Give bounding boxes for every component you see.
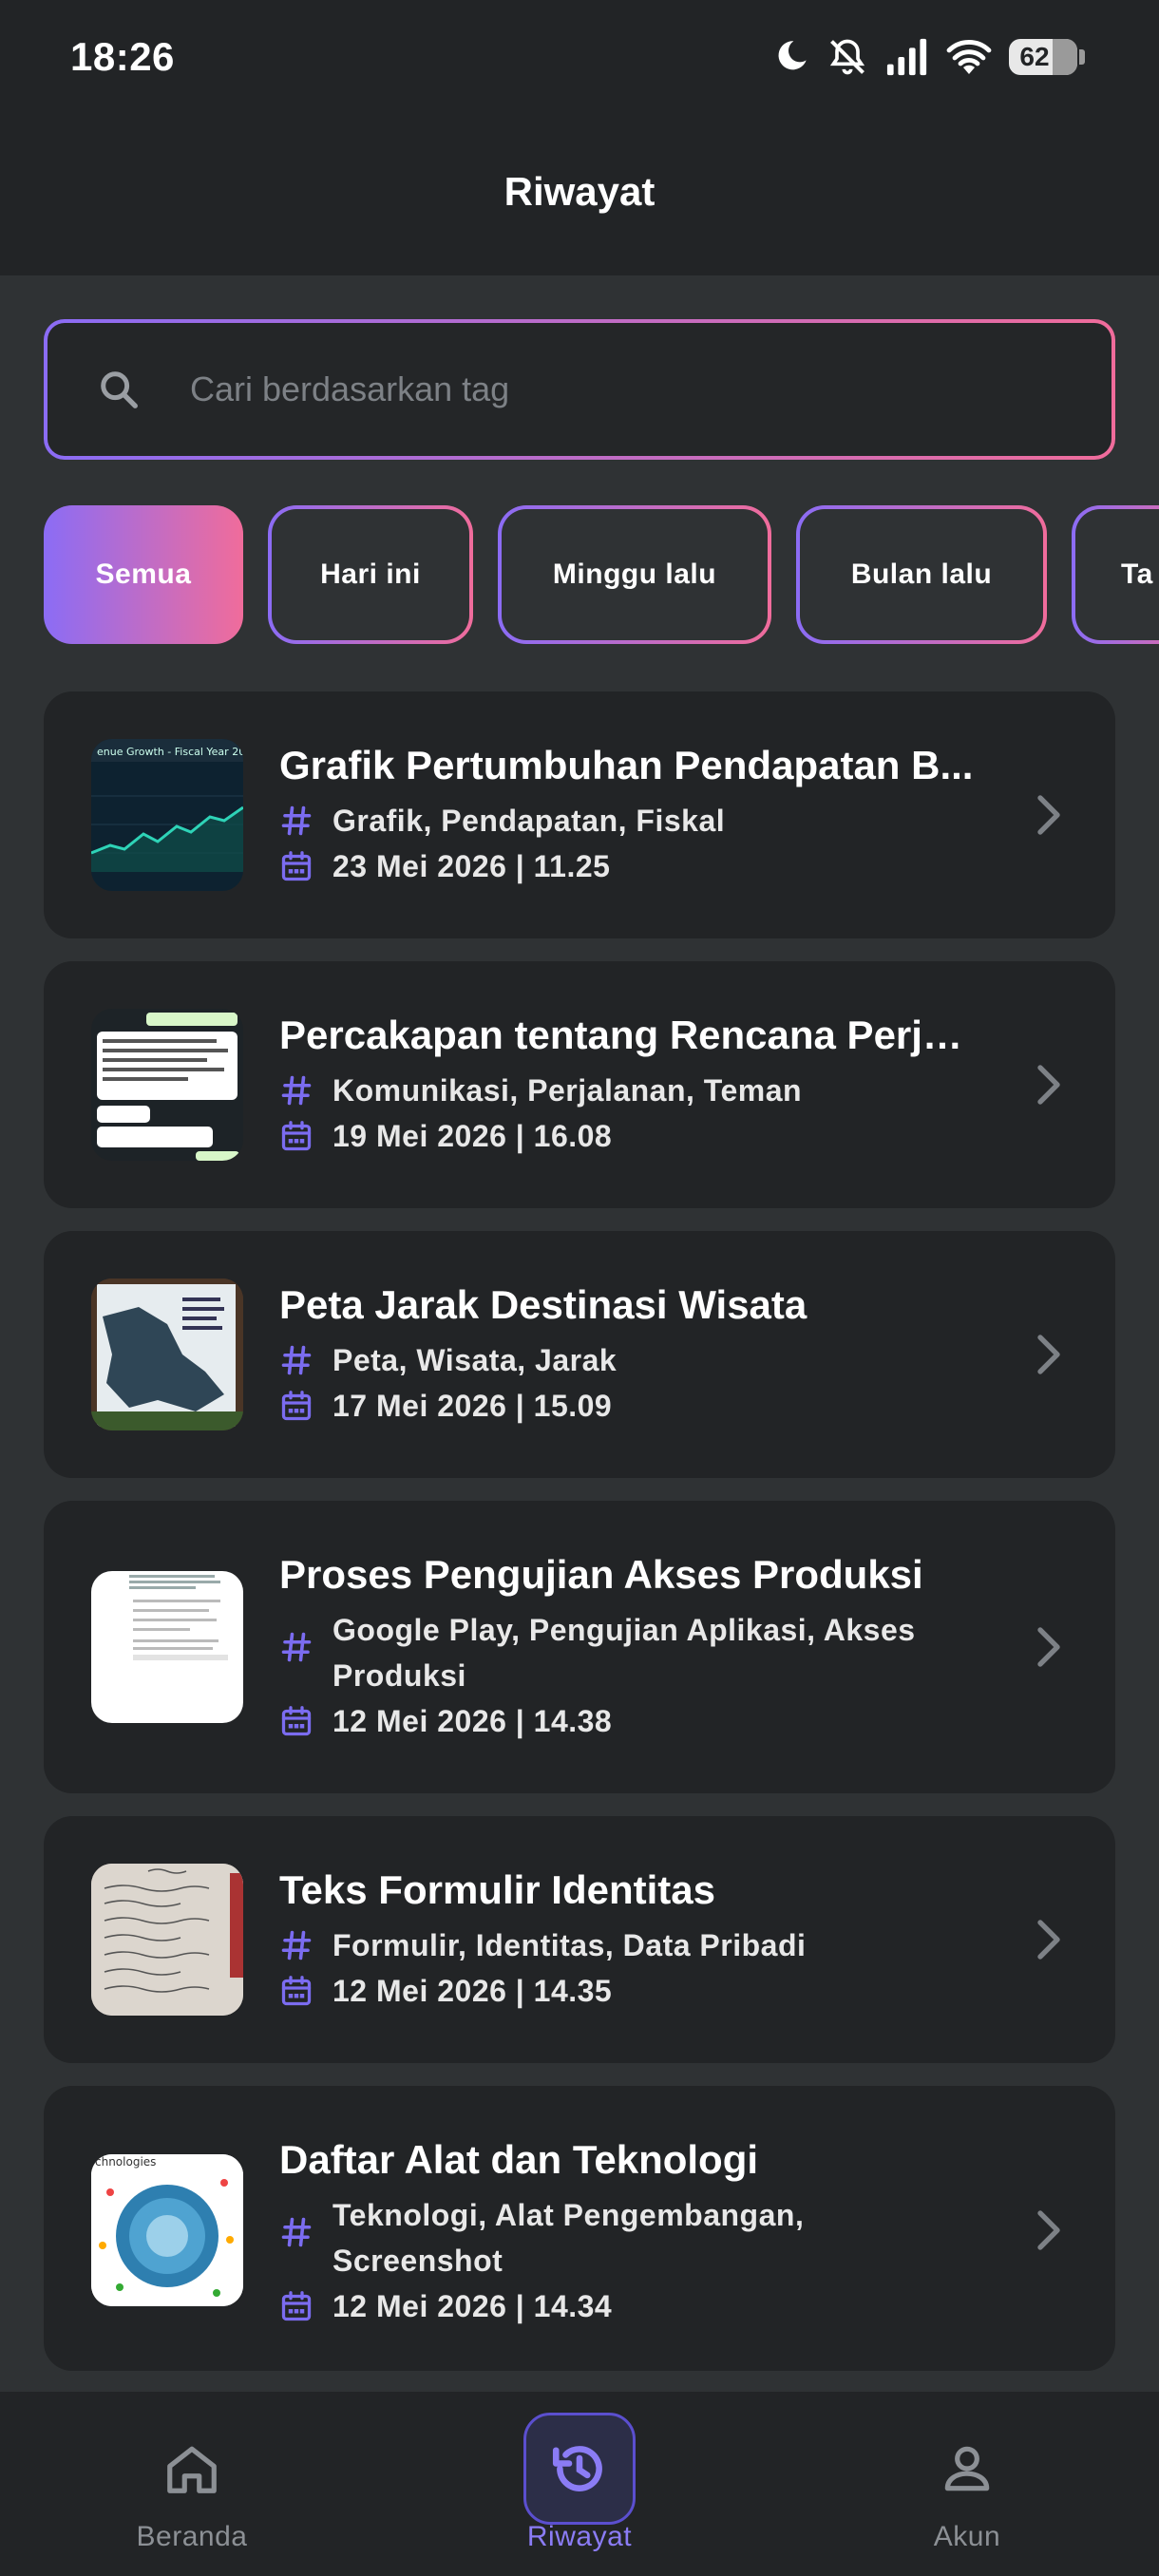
battery-indicator: 62: [1009, 39, 1077, 75]
chevron-right-icon: [1037, 1627, 1060, 1667]
chevron-right-icon: [1037, 1920, 1060, 1960]
item-date: 23 Mei 2026 | 11.25: [332, 849, 611, 883]
hashtag-icon: [281, 1075, 312, 1106]
home-icon: [136, 2413, 248, 2525]
moon-icon: [778, 41, 807, 70]
filter-chip-more[interactable]: Ta: [1072, 505, 1159, 644]
nav-label: Riwayat: [526, 2521, 633, 2552]
nav-label: Beranda: [136, 2521, 248, 2552]
calendar-icon: [281, 1706, 312, 1736]
calendar-icon: [281, 1976, 312, 2006]
item-title: Proses Pengujian Akses Produksi: [279, 1552, 923, 1597]
app-header: 18:26 62 Riwayat: [0, 0, 1159, 275]
signal-icon: [886, 38, 927, 76]
filter-chips: Semua Hari ini Minggu lalu Bulan lalu Ta: [44, 505, 1159, 644]
history-icon: [523, 2413, 636, 2525]
search-icon: [101, 371, 138, 408]
item-title: Teks Formulir Identitas: [279, 1867, 715, 1912]
bottom-navigation: Beranda Riwayat Akun: [0, 2392, 1159, 2576]
hashtag-icon: [281, 805, 312, 836]
filter-chip-semua[interactable]: Semua: [44, 505, 243, 644]
svg-text:chnologies: chnologies: [95, 2155, 156, 2169]
item-date: 12 Mei 2026 | 14.35: [332, 1974, 613, 2008]
item-date: 19 Mei 2026 | 16.08: [332, 1119, 613, 1153]
tech-thumbnail: chnologies: [91, 2154, 243, 2306]
page-title: Riwayat: [504, 169, 656, 214]
nav-beranda[interactable]: Beranda: [49, 2392, 334, 2576]
item-tags: Google Play, Pengujian Aplikasi, Akses P…: [332, 1613, 916, 1693]
history-item[interactable]: enue Growth - Fiscal Year 2024 Grafik Pe…: [44, 691, 1115, 938]
calendar-icon: [281, 1121, 312, 1151]
item-date: 12 Mei 2026 | 14.34: [332, 2289, 613, 2323]
hashtag-icon: [281, 1930, 312, 1960]
filter-chip-bulan-lalu[interactable]: Bulan lalu: [796, 505, 1047, 644]
item-tags: Teknologi, Alat Pengembangan, Screenshot: [332, 2198, 805, 2278]
svg-text:enue Growth - Fiscal Year 2024: enue Growth - Fiscal Year 2024: [97, 746, 243, 758]
nav-label: Akun: [933, 2521, 1001, 2552]
filter-chip-label: Minggu lalu: [502, 509, 768, 640]
account-icon: [911, 2413, 1023, 2525]
history-item[interactable]: chnologies Daftar Alat dan Teknologi Tek…: [44, 2086, 1115, 2371]
calendar-icon: [281, 851, 312, 881]
document-thumbnail: [91, 1571, 243, 1723]
battery-tip: [1079, 49, 1085, 65]
filter-chip-minggu-lalu[interactable]: Minggu lalu: [498, 505, 771, 644]
filter-chip-hari-ini[interactable]: Hari ini: [268, 505, 473, 644]
history-item[interactable]: Proses Pengujian Akses Produksi Google P…: [44, 1501, 1115, 1793]
hashtag-icon: [281, 1632, 312, 1662]
search-bar[interactable]: Cari berdasarkan tag: [44, 319, 1115, 460]
status-time: 18:26: [70, 34, 175, 79]
filter-chip-label: Ta: [1075, 509, 1159, 640]
handwriting-thumbnail: [91, 1864, 243, 2016]
status-icons: 62: [771, 32, 1085, 82]
item-tags: Formulir, Identitas, Data Pribadi: [332, 1928, 807, 1962]
hashtag-icon: [281, 1345, 312, 1375]
search-input[interactable]: Cari berdasarkan tag: [190, 369, 509, 409]
calendar-icon: [281, 2291, 312, 2321]
item-tags: Peta, Wisata, Jarak: [332, 1343, 618, 1377]
bell-off-icon: [829, 39, 865, 75]
item-title: Peta Jarak Destinasi Wisata: [279, 1282, 808, 1327]
chevron-right-icon: [1037, 1065, 1060, 1105]
chevron-right-icon: [1037, 2210, 1060, 2250]
filter-chip-label: Bulan lalu: [800, 509, 1043, 640]
chevron-right-icon: [1037, 1335, 1060, 1374]
item-title: Daftar Alat dan Teknologi: [279, 2137, 759, 2182]
item-tags: Komunikasi, Perjalanan, Teman: [332, 1073, 803, 1108]
filter-chip-label: Hari ini: [272, 509, 469, 640]
calendar-icon: [281, 1391, 312, 1421]
item-date: 12 Mei 2026 | 14.38: [332, 1704, 613, 1738]
history-item[interactable]: Peta Jarak Destinasi Wisata Peta, Wisata…: [44, 1231, 1115, 1478]
chat-thumbnail: [91, 1009, 243, 1161]
hashtag-icon: [281, 2217, 312, 2247]
filter-chip-label: Semua: [95, 559, 192, 590]
history-item[interactable]: Teks Formulir Identitas Formulir, Identi…: [44, 1816, 1115, 2063]
item-title: Percakapan tentang Rencana Perjal...: [279, 1013, 982, 1057]
map-thumbnail: [91, 1279, 243, 1430]
nav-akun[interactable]: Akun: [825, 2392, 1110, 2576]
chart-thumbnail: enue Growth - Fiscal Year 2024: [91, 739, 243, 891]
wifi-icon: [946, 40, 992, 74]
item-title: Grafik Pertumbuhan Pendapatan B...: [279, 743, 974, 787]
item-tags: Grafik, Pendapatan, Fiskal: [332, 804, 726, 838]
item-date: 17 Mei 2026 | 15.09: [332, 1389, 613, 1423]
nav-riwayat[interactable]: Riwayat: [437, 2392, 722, 2576]
chevron-right-icon: [1037, 795, 1060, 835]
history-item[interactable]: Percakapan tentang Rencana Perjal... Kom…: [44, 961, 1115, 1208]
